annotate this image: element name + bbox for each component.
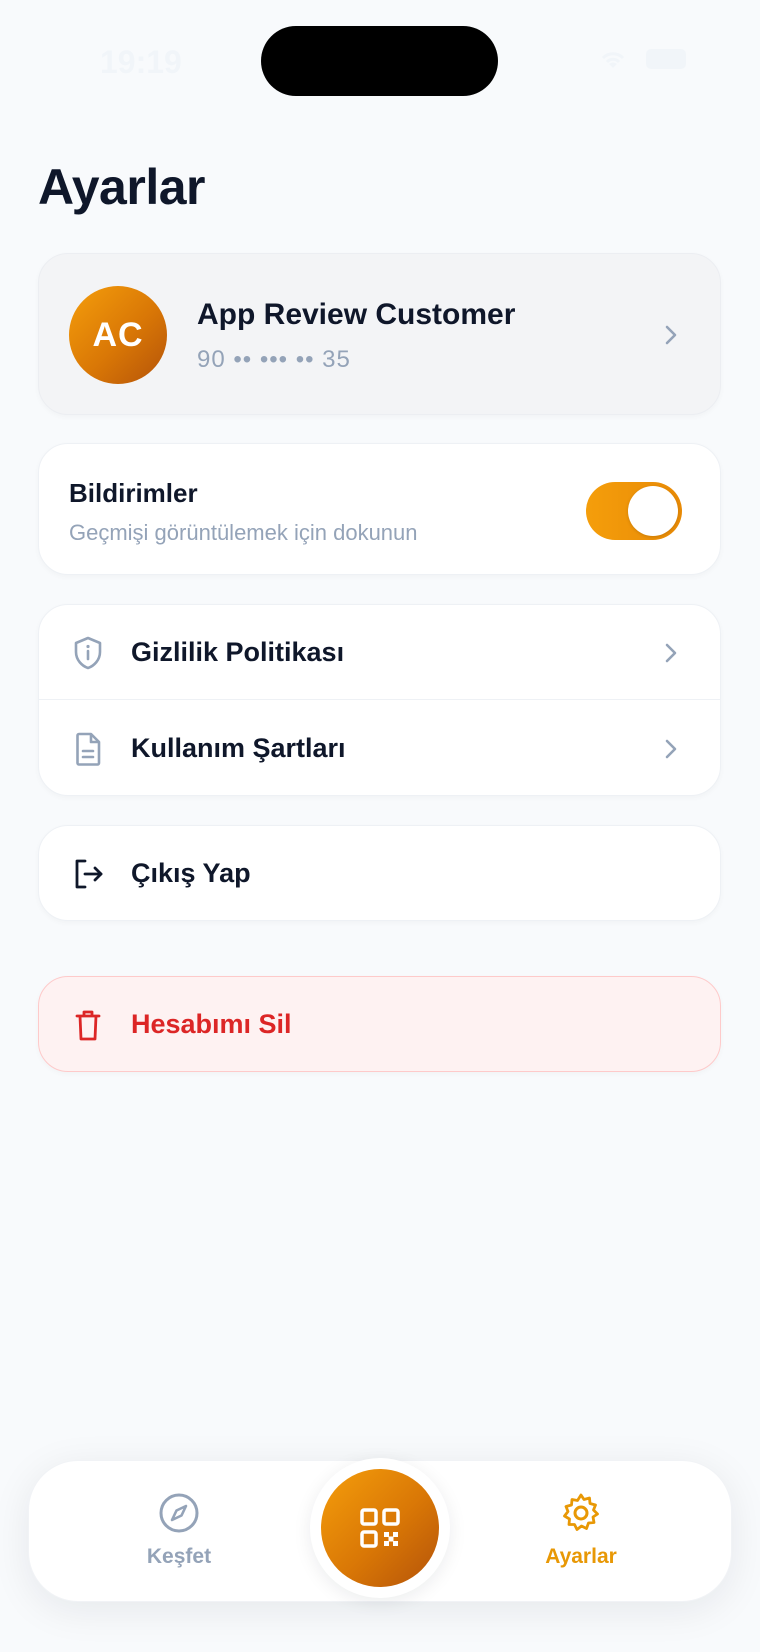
battery-icon bbox=[646, 49, 686, 69]
qr-scan-button-ring bbox=[310, 1458, 450, 1598]
chevron-right-icon bbox=[665, 325, 677, 345]
compass-icon bbox=[159, 1493, 199, 1533]
chevron-right-icon bbox=[665, 643, 677, 663]
privacy-policy-label: Gizlilik Politikası bbox=[131, 637, 345, 667]
qr-code-icon bbox=[360, 1508, 400, 1548]
delete-account-button[interactable]: Hesabımı Sil bbox=[38, 976, 721, 1072]
delete-account-label: Hesabımı Sil bbox=[131, 1009, 292, 1039]
page-title: Ayarlar bbox=[38, 159, 205, 215]
toggle-knob bbox=[628, 486, 678, 536]
notifications-card[interactable]: Bildirimler Geçmişi görüntülemek için do… bbox=[38, 443, 721, 575]
document-icon bbox=[76, 732, 101, 766]
tab-discover[interactable]: Keşfet bbox=[109, 1491, 249, 1569]
avatar: AC bbox=[69, 286, 167, 384]
qr-scan-button[interactable] bbox=[321, 1469, 439, 1587]
settings-screen: 19:19 Ayarlar AC App Review Customer 90 … bbox=[0, 0, 760, 1652]
links-card: Gizlilik Politikası Kullanım Şartları bbox=[38, 604, 721, 796]
profile-card[interactable]: AC App Review Customer 90 •• ••• •• 35 bbox=[38, 253, 721, 415]
terms-of-use-label: Kullanım Şartları bbox=[131, 733, 346, 763]
logout-button[interactable]: Çıkış Yap bbox=[38, 825, 721, 921]
dynamic-island bbox=[261, 26, 498, 96]
profile-phone: 90 •• ••• •• 35 bbox=[197, 346, 351, 373]
status-bar: 19:19 bbox=[0, 0, 760, 120]
shield-info-icon bbox=[74, 636, 102, 670]
tab-settings-label: Ayarlar bbox=[545, 1545, 617, 1568]
chevron-right-icon bbox=[665, 739, 677, 759]
wifi-icon bbox=[601, 52, 625, 68]
notifications-title: Bildirimler bbox=[69, 478, 198, 508]
status-time: 19:19 bbox=[100, 44, 182, 80]
notifications-subtitle: Geçmişi görüntülemek için dokunun bbox=[69, 520, 418, 545]
logout-icon bbox=[75, 859, 103, 889]
privacy-policy-row[interactable]: Gizlilik Politikası bbox=[39, 605, 720, 700]
tab-settings[interactable]: Ayarlar bbox=[511, 1491, 651, 1569]
trash-icon bbox=[75, 1010, 101, 1041]
terms-of-use-row[interactable]: Kullanım Şartları bbox=[39, 701, 720, 795]
logout-label: Çıkış Yap bbox=[131, 858, 251, 888]
avatar-initials: AC bbox=[92, 315, 144, 354]
profile-name: App Review Customer bbox=[197, 298, 516, 331]
status-icons bbox=[598, 48, 686, 70]
gear-icon bbox=[563, 1493, 599, 1531]
notifications-toggle[interactable] bbox=[586, 482, 682, 540]
tab-discover-label: Keşfet bbox=[146, 1545, 212, 1568]
